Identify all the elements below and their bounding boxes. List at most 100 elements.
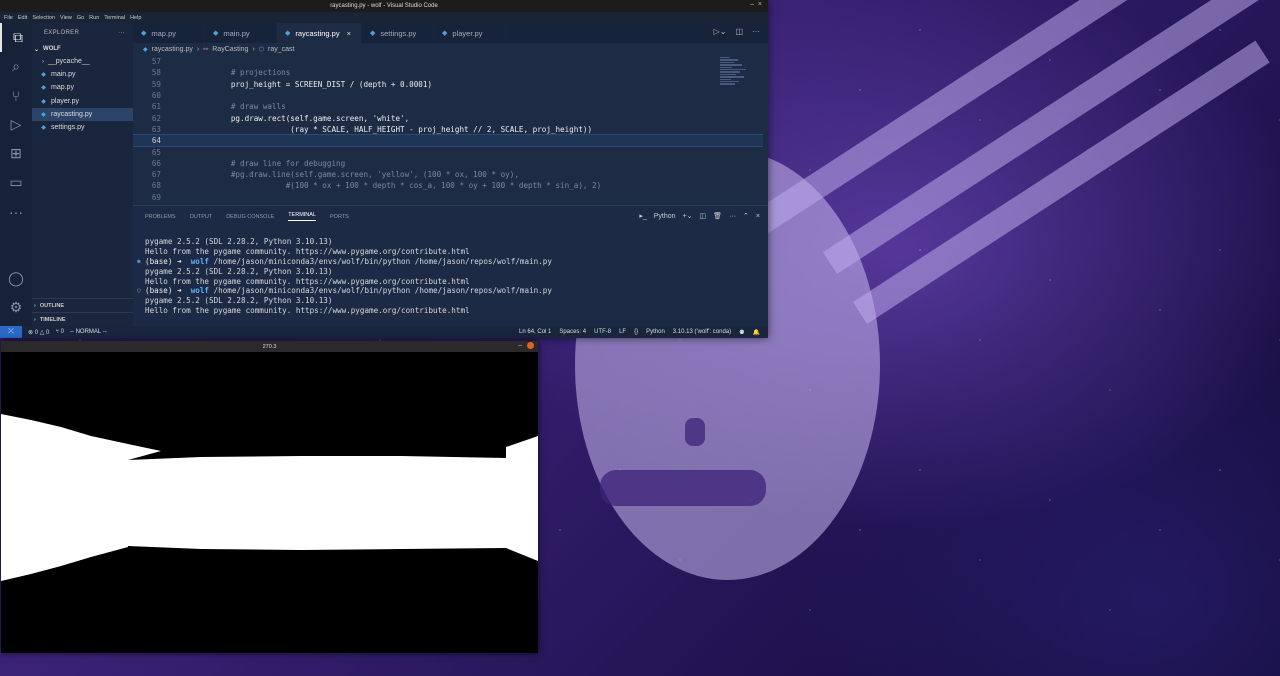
- status-ports[interactable]: ⑂ 0: [55, 329, 64, 335]
- command-decoration-icon[interactable]: ○: [137, 287, 141, 294]
- code-line[interactable]: 64: [133, 134, 763, 148]
- remote-explorer-icon[interactable]: ▭: [0, 168, 32, 197]
- code-line[interactable]: 69: [133, 192, 763, 203]
- close-icon[interactable]: [527, 342, 534, 349]
- status-problems[interactable]: ⊗ 0 △ 0: [28, 329, 49, 336]
- file-item-settings[interactable]: ◆ settings.py: [32, 121, 133, 134]
- tab-main[interactable]: ◆ main.py: [205, 23, 277, 43]
- breadcrumb-file[interactable]: raycasting.py: [152, 46, 193, 53]
- close-icon[interactable]: ×: [347, 29, 351, 38]
- tab-raycasting[interactable]: ◆ raycasting.py ×: [277, 23, 362, 43]
- file-item-raycasting[interactable]: ◆ raycasting.py: [32, 107, 133, 121]
- minimap[interactable]: [720, 56, 760, 116]
- code-text: # draw line for debugging: [176, 158, 346, 168]
- menu-help[interactable]: Help: [130, 15, 141, 21]
- trash-icon[interactable]: 🗑: [713, 212, 722, 220]
- remote-icon[interactable]: ⤫: [0, 326, 22, 338]
- command-decoration-icon[interactable]: ●: [137, 258, 141, 265]
- source-control-icon[interactable]: ⑂: [0, 81, 32, 110]
- code-line[interactable]: 58 # projections: [133, 67, 763, 78]
- search-icon[interactable]: ⌕: [0, 52, 32, 81]
- menu-view[interactable]: View: [60, 15, 72, 21]
- status-encoding[interactable]: UTF-8: [594, 329, 611, 335]
- workspace-folder[interactable]: ⌄ WOLF: [32, 43, 133, 55]
- tab-ports[interactable]: PORTS: [330, 214, 349, 220]
- menu-file[interactable]: File: [4, 15, 13, 21]
- more-actions-icon[interactable]: ···: [729, 213, 736, 220]
- copilot-icon[interactable]: ⚉: [739, 329, 744, 336]
- split-terminal-icon[interactable]: ◫: [700, 212, 707, 220]
- code-line[interactable]: 61 # draw walls: [133, 101, 763, 112]
- code-line[interactable]: 62 pg.draw.rect(self.game.screen, 'white…: [133, 112, 763, 123]
- prompt-prefix: (base) ➜: [145, 256, 191, 266]
- terminal-shell-label[interactable]: Python: [654, 213, 676, 220]
- menu-edit[interactable]: Edit: [18, 15, 27, 21]
- line-number: 63: [151, 124, 161, 134]
- tab-output[interactable]: OUTPUT: [190, 214, 213, 220]
- menu-selection[interactable]: Selection: [32, 15, 55, 21]
- code-line[interactable]: 59 proj_height = SCREEN_DIST / (depth + …: [133, 79, 763, 90]
- menu-go[interactable]: Go: [77, 15, 84, 21]
- code-editor[interactable]: 57 58 # projections 59 proj_height = SCREE…: [133, 56, 763, 203]
- new-terminal-icon[interactable]: +⌄: [683, 212, 693, 220]
- more-icon[interactable]: ···: [0, 197, 32, 226]
- run-icon[interactable]: ▷⌄: [714, 27, 727, 36]
- extensions-icon[interactable]: ⊞: [0, 139, 32, 168]
- explorer-header: EXPLORER ···: [32, 23, 133, 43]
- settings-gear-icon[interactable]: ⚙: [0, 293, 32, 322]
- window-controls[interactable]: – ×: [750, 1, 762, 8]
- minimize-icon[interactable]: –: [518, 342, 522, 349]
- maximize-panel-icon[interactable]: ⌃: [743, 212, 749, 220]
- explorer-more-button[interactable]: ···: [118, 30, 125, 36]
- game-canvas[interactable]: [1, 352, 538, 653]
- run-debug-icon[interactable]: ▷: [0, 110, 32, 139]
- more-actions-icon[interactable]: ···: [752, 27, 760, 36]
- chevron-right-icon: ›: [42, 58, 44, 65]
- tab-problems[interactable]: PROBLEMS: [145, 214, 176, 220]
- breadcrumb-method[interactable]: ray_cast: [268, 46, 294, 53]
- notifications-bell-icon[interactable]: 🔔: [753, 329, 760, 336]
- tab-map[interactable]: ◆ map.py: [133, 23, 205, 43]
- pygame-window: 270.3 –: [1, 341, 538, 653]
- terminal-shell-icon: ▸_: [639, 213, 647, 220]
- status-interpreter[interactable]: 3.10.13 ('wolf': conda): [673, 329, 731, 335]
- file-item-map[interactable]: ◆ map.py: [32, 81, 133, 94]
- python-file-icon: ◆: [41, 85, 46, 92]
- menu-terminal[interactable]: Terminal: [104, 15, 125, 21]
- file-item-pycache[interactable]: › __pycache__: [32, 55, 133, 68]
- code-line[interactable]: 66 # draw line for debugging: [133, 158, 763, 169]
- prompt-dir: wolf: [190, 286, 210, 296]
- explorer-icon[interactable]: ⧉: [0, 23, 34, 52]
- tab-terminal[interactable]: TERMINAL: [288, 212, 316, 221]
- outline-section[interactable]: › OUTLINE: [32, 298, 135, 312]
- status-language[interactable]: Python: [646, 329, 665, 335]
- breadcrumb-class[interactable]: RayCasting: [212, 46, 248, 53]
- code-line[interactable]: 57: [133, 56, 763, 67]
- tab-label: map.py: [151, 28, 176, 38]
- status-cursor-position[interactable]: Ln 64, Col 1: [519, 329, 551, 335]
- file-item-label: raycasting.py: [51, 110, 93, 118]
- terminal-text: Hello from the pygame community. https:/…: [145, 247, 470, 257]
- close-panel-icon[interactable]: ×: [756, 213, 760, 220]
- code-line[interactable]: 60: [133, 90, 763, 101]
- method-icon: ⬡: [258, 47, 265, 53]
- tab-settings[interactable]: ◆ settings.py: [362, 23, 434, 43]
- status-indentation[interactable]: Spaces: 4: [559, 329, 586, 335]
- code-line[interactable]: 63 (ray * SCALE, HALF_HEIGHT - proj_heig…: [133, 124, 763, 135]
- tab-debug-console[interactable]: DEBUG CONSOLE: [226, 214, 274, 220]
- tab-player[interactable]: ◆ player.py: [434, 23, 506, 43]
- terminal-line: Hello from the pygame community. https:/…: [145, 276, 758, 286]
- terminal-output[interactable]: pygame 2.5.2 (SDL 2.28.2, Python 3.10.13…: [137, 237, 758, 315]
- file-item-player[interactable]: ◆ player.py: [32, 95, 133, 108]
- pygame-window-controls: –: [518, 342, 534, 349]
- code-line[interactable]: 68 #(100 * ox + 100 * depth * cos_a, 100…: [133, 180, 763, 191]
- code-line[interactable]: 67 #pg.draw.line(self.game.screen, 'yell…: [133, 169, 763, 180]
- menu-run[interactable]: Run: [89, 15, 99, 21]
- split-editor-icon[interactable]: ◫: [735, 27, 743, 36]
- code-line[interactable]: 65: [133, 146, 763, 157]
- file-item-main[interactable]: ◆ main.py: [32, 68, 133, 81]
- wallpaper-logo-dot: [685, 418, 705, 446]
- timeline-section[interactable]: › TIMELINE: [32, 312, 135, 326]
- status-eol[interactable]: LF: [619, 329, 626, 335]
- account-icon[interactable]: ◯: [0, 264, 32, 293]
